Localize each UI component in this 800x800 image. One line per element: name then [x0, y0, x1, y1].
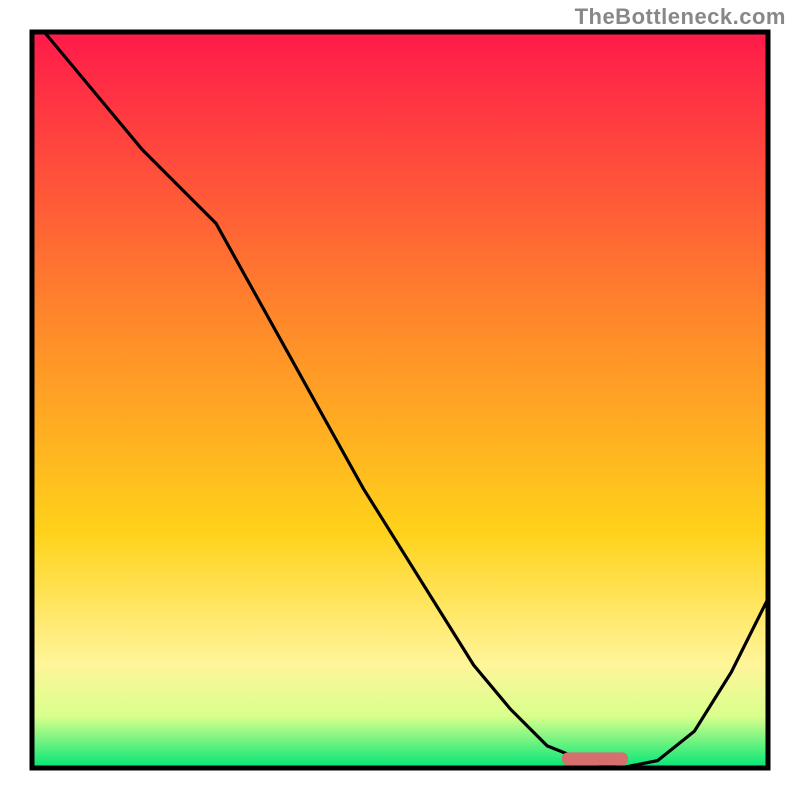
chart-root: TheBottleneck.com	[0, 0, 800, 800]
chart-svg	[0, 0, 800, 800]
plot-background	[32, 32, 768, 768]
optimum-marker	[562, 752, 628, 765]
watermark-text: TheBottleneck.com	[575, 4, 786, 30]
